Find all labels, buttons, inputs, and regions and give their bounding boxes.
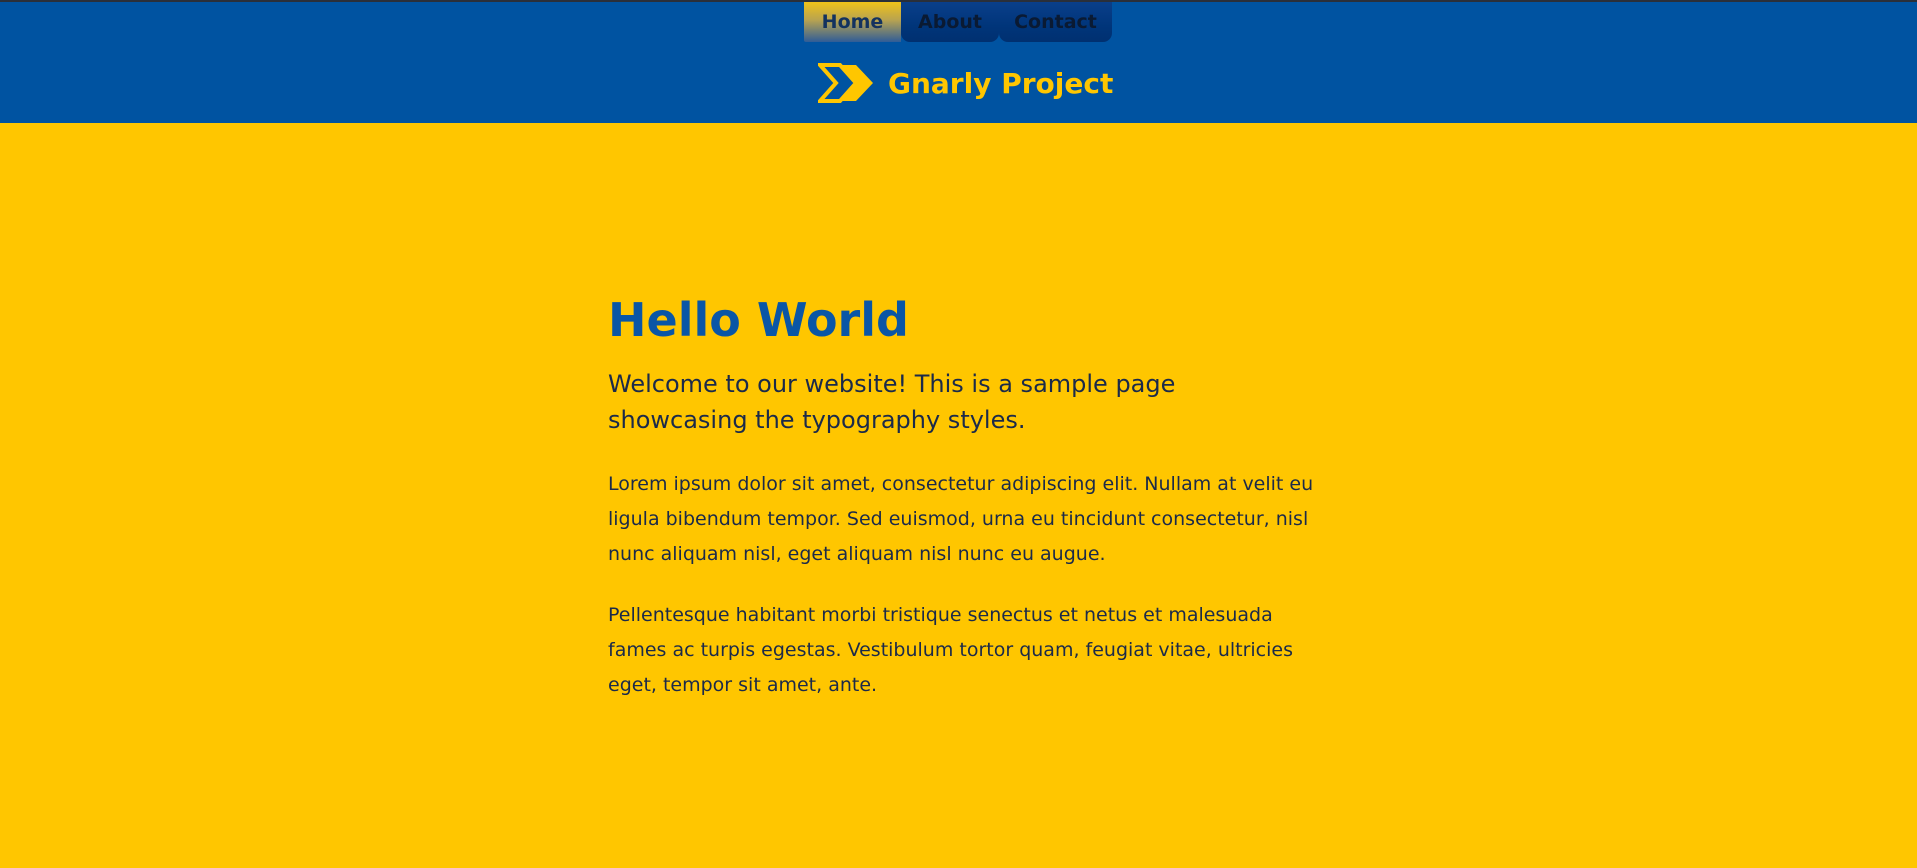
body-paragraph: Pellentesque habitant morbi tristique se… (608, 603, 1293, 696)
nav-item-about[interactable]: About (901, 2, 999, 42)
brand[interactable]: Gnarly Project (818, 62, 1113, 104)
nav-item-label: Home (821, 11, 884, 33)
nav-item-contact[interactable]: Contact (999, 2, 1112, 42)
nav-item-label: Contact (1014, 11, 1097, 33)
main-content: Hello World Welcome to our website! This… (608, 123, 1320, 703)
brand-title: Gnarly Project (888, 66, 1114, 100)
site-header: Home About Contact Gnarly Project (0, 0, 1917, 123)
nav-item-home[interactable]: Home (804, 2, 901, 42)
double-chevron-right-icon (818, 63, 873, 103)
nav-item-label: About (918, 11, 982, 33)
body-paragraph: Lorem ipsum dolor sit amet, consectetur … (608, 472, 1314, 565)
page-title: Hello World (608, 293, 909, 347)
main-nav: Home About Contact (804, 2, 1112, 42)
intro-text: Welcome to our website! This is a sample… (608, 369, 1176, 434)
